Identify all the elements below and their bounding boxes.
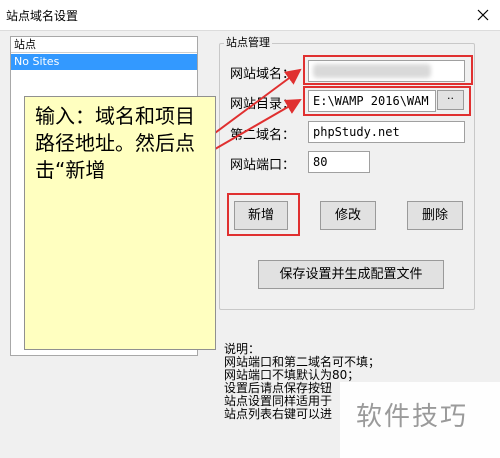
watermark-text: 软件技巧 xyxy=(356,402,469,432)
instruction-note: 输入：域名和项目路径地址。然后点击“新增 xyxy=(24,96,216,350)
instruction-note-text: 输入：域名和项目路径地址。然后点击“新增 xyxy=(35,104,195,182)
